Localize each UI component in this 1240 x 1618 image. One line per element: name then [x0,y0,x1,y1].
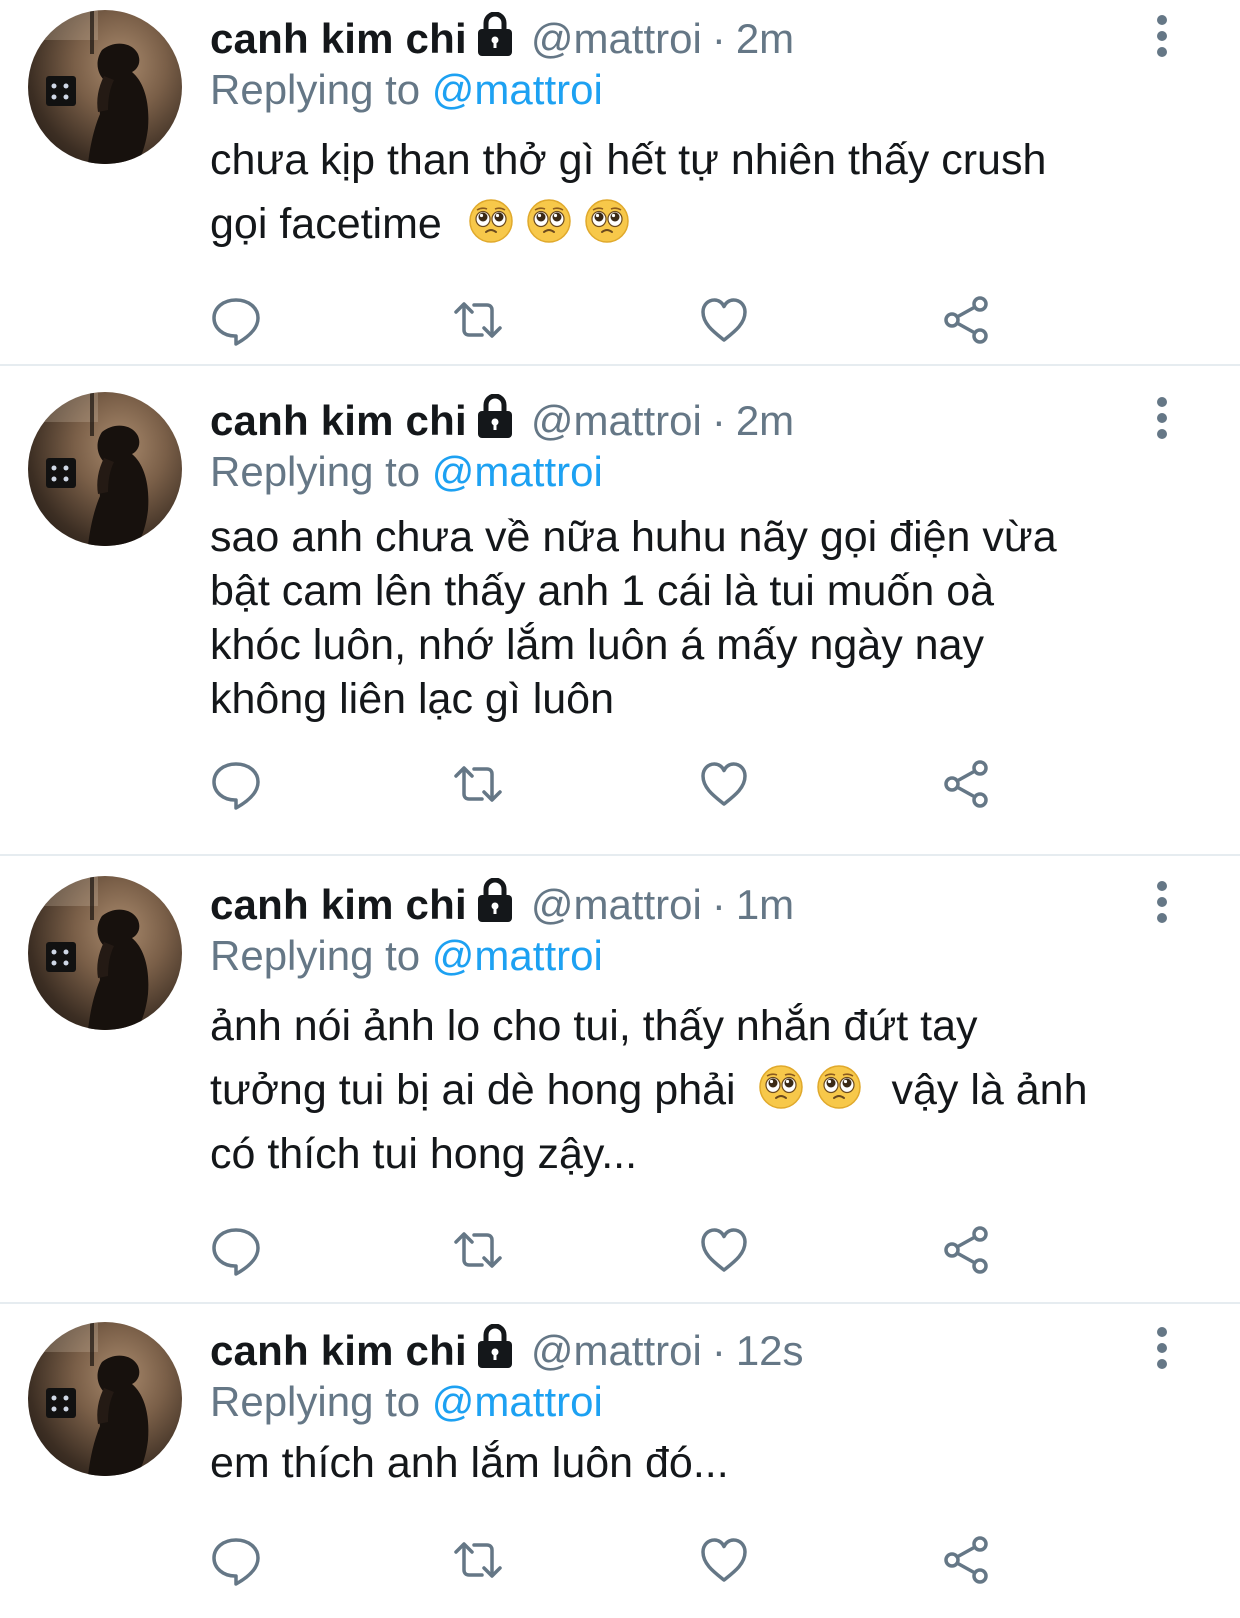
user-handle[interactable]: @mattroi [531,881,702,929]
divider [0,1302,1240,1304]
timestamp[interactable]: 2m [736,15,794,63]
more-options-icon[interactable] [1150,396,1174,440]
replying-prefix: Replying to [210,1378,421,1425]
tweet-text-line: tưởng tui bị ai dè hong phải vậy là ảnh [210,1058,1170,1122]
display-name[interactable]: canh kim chi [210,15,467,63]
more-options-icon[interactable] [1150,14,1174,58]
tweet-text-line: em thích anh lắm luôn đó... [210,1439,729,1487]
tweet-header: canh kim chi @mattroi · 2m [210,392,794,450]
reply-icon[interactable] [206,1530,266,1590]
tweet-header: canh kim chi @mattroi · 12s [210,1322,804,1380]
lock-icon [475,1324,515,1370]
like-icon[interactable] [694,290,754,350]
tweet[interactable]: canh kim chi @mattroi · 1m Replying to @… [0,866,1240,1304]
retweet-icon[interactable] [448,754,508,814]
reply-icon[interactable] [206,290,266,350]
tweet-text: em thích anh lắm luôn đó... [210,1436,1170,1490]
replying-to: Replying to @mattroi [210,66,603,114]
tweet-actions [0,290,1240,350]
divider [0,364,1240,366]
display-name[interactable]: canh kim chi [210,397,467,445]
share-icon[interactable] [936,754,996,814]
reply-icon[interactable] [206,754,266,814]
like-icon[interactable] [694,754,754,814]
separator: · [711,397,726,444]
avatar[interactable] [28,1322,182,1476]
tweet-header: canh kim chi @mattroi · 2m [210,10,794,68]
tweet-text: chưa kịp than thở gì hết tự nhiên thấy c… [210,128,1170,256]
avatar[interactable] [28,876,182,1030]
display-name[interactable]: canh kim chi [210,881,467,929]
share-icon[interactable] [936,1530,996,1590]
tweet-text-line: có thích tui hong zậy... [210,1130,638,1178]
share-icon[interactable] [936,1220,996,1280]
mention-link[interactable]: @mattroi [432,66,603,113]
tweet[interactable]: canh kim chi @mattroi · 2m Replying to @… [0,0,1240,366]
share-icon[interactable] [936,290,996,350]
divider [0,854,1240,856]
tweet-actions [0,754,1240,814]
tweet-text-line: chưa kịp than thở gì hết tự nhiên thấy c… [210,136,1047,184]
lock-icon [475,394,515,440]
lock-icon [475,12,515,58]
separator: · [711,881,726,928]
mention-link[interactable]: @mattroi [432,1378,603,1425]
user-handle[interactable]: @mattroi [531,397,702,445]
retweet-icon[interactable] [448,1220,508,1280]
pleading-face-emoji [468,198,514,244]
tweet-text-line: ảnh nói ảnh lo cho tui, thấy nhắn đứt ta… [210,1002,978,1050]
timestamp[interactable]: 1m [736,881,794,929]
tweet-actions [0,1220,1240,1280]
separator: · [711,15,726,62]
tweet-actions [0,1530,1240,1590]
tweet-text-segment: gọi facetime [210,200,442,248]
replying-to: Replying to @mattroi [210,1378,603,1426]
mention-link[interactable]: @mattroi [432,932,603,979]
user-handle[interactable]: @mattroi [531,15,702,63]
separator: · [711,1327,726,1374]
pleading-face-emoji [584,198,630,244]
avatar[interactable] [28,392,182,546]
replying-prefix: Replying to [210,448,421,495]
replying-to: Replying to @mattroi [210,932,603,980]
avatar[interactable] [28,10,182,164]
pleading-face-emoji [816,1064,862,1110]
replying-to: Replying to @mattroi [210,448,603,496]
retweet-icon[interactable] [448,1530,508,1590]
replying-prefix: Replying to [210,66,421,113]
tweet-text: ảnh nói ảnh lo cho tui, thấy nhắn đứt ta… [210,994,1170,1186]
like-icon[interactable] [694,1220,754,1280]
display-name[interactable]: canh kim chi [210,1327,467,1375]
tweet-text-line: gọi facetime [210,192,1170,256]
tweet-text-segment: tưởng tui bị ai dè hong phải [210,1066,736,1114]
tweet-text-line: không liên lạc gì luôn [210,675,615,723]
like-icon[interactable] [694,1530,754,1590]
tweet[interactable]: canh kim chi @mattroi · 12s Replying to … [0,1312,1240,1618]
tweet[interactable]: canh kim chi @mattroi · 2m Replying to @… [0,382,1240,856]
tweet-text-line: khóc luôn, nhớ lắm luôn á mấy ngày nay [210,621,984,669]
reply-icon[interactable] [206,1220,266,1280]
user-handle[interactable]: @mattroi [531,1327,702,1375]
tweet-text: sao anh chưa về nữa huhu nãy gọi điện vừ… [210,510,1170,726]
timestamp[interactable]: 12s [736,1327,804,1375]
retweet-icon[interactable] [448,290,508,350]
tweet-header: canh kim chi @mattroi · 1m [210,876,794,934]
lock-icon [475,878,515,924]
tweet-text-segment: vậy là ảnh [891,1066,1088,1114]
tweet-text-line: bật cam lên thấy anh 1 cái là tui muốn o… [210,567,995,615]
pleading-face-emoji [526,198,572,244]
more-options-icon[interactable] [1150,1326,1174,1370]
tweet-text-line: sao anh chưa về nữa huhu nãy gọi điện vừ… [210,513,1057,561]
more-options-icon[interactable] [1150,880,1174,924]
timestamp[interactable]: 2m [736,397,794,445]
replying-prefix: Replying to [210,932,421,979]
pleading-face-emoji [758,1064,804,1110]
mention-link[interactable]: @mattroi [432,448,603,495]
